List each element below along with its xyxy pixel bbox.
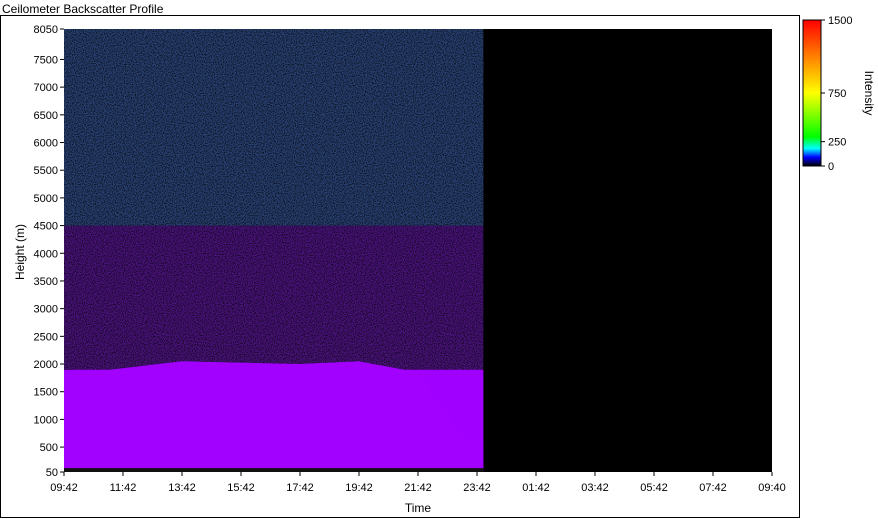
y-tick-label: 7000 [34,82,58,94]
x-tick-label: 19:42 [345,482,373,494]
noise-overlay [64,29,484,370]
y-tick-label: 3000 [34,304,58,316]
y-axis-label: Height (m) [13,224,27,280]
y-tick-label: 2500 [34,331,58,343]
colorbar-tick-label: 750 [828,88,846,100]
x-axis: 09:42 11:42 13:42 15:42 17:42 19:42 21:42 23:42… [50,472,786,494]
colorbar-tick-label: 1500 [828,15,852,27]
ground-band [64,468,484,472]
y-tick-label: 6000 [34,138,58,150]
colorbar-gradient [802,19,822,167]
y-tick-label: 4500 [34,221,58,233]
x-tick-label: 11:42 [110,482,137,494]
x-axis-label: Time [405,501,432,515]
y-axis: 50 500 1000 1500 2000 2500 3000 3500 4000 4500 500… [34,24,64,479]
colorbar: 0 250 750 1500 [802,15,852,173]
y-tick-label: 2000 [34,359,58,371]
colorbar-tick-label: 250 [828,137,846,149]
x-tick-label: 21:42 [404,482,432,494]
x-tick-label: 09:40 [758,482,786,494]
y-tick-label: 7500 [34,54,58,66]
y-tick-label: 3500 [34,276,58,288]
boundary-layer [64,361,484,472]
x-tick-label: 01:42 [522,482,550,494]
y-tick-label: 50 [46,467,58,479]
x-tick-label: 15:42 [227,482,255,494]
x-tick-label: 17:42 [286,482,314,494]
x-tick-label: 05:42 [640,482,668,494]
x-tick-label: 03:42 [581,482,609,494]
y-tick-label: 1000 [34,414,58,426]
y-tick-label: 5500 [34,165,58,177]
y-tick-label: 500 [40,442,58,454]
x-tick-label: 13:42 [168,482,196,494]
y-tick-label: 6500 [34,110,58,122]
y-tick-label: 5000 [34,193,58,205]
y-tick-label: 1500 [34,387,58,399]
colorbar-tick-label: 0 [828,161,834,173]
x-tick-label: 09:42 [50,482,78,494]
x-tick-label: 07:42 [699,482,727,494]
x-tick-label: 23:42 [463,482,491,494]
plot-area[interactable] [64,29,772,472]
backscatter-chart: 5050010001500200025003000350040004500500… [13,15,876,515]
y-tick-label: 4000 [34,248,58,260]
colorbar-label: Intensity [862,71,876,116]
y-tick-label: 8050 [34,24,58,36]
